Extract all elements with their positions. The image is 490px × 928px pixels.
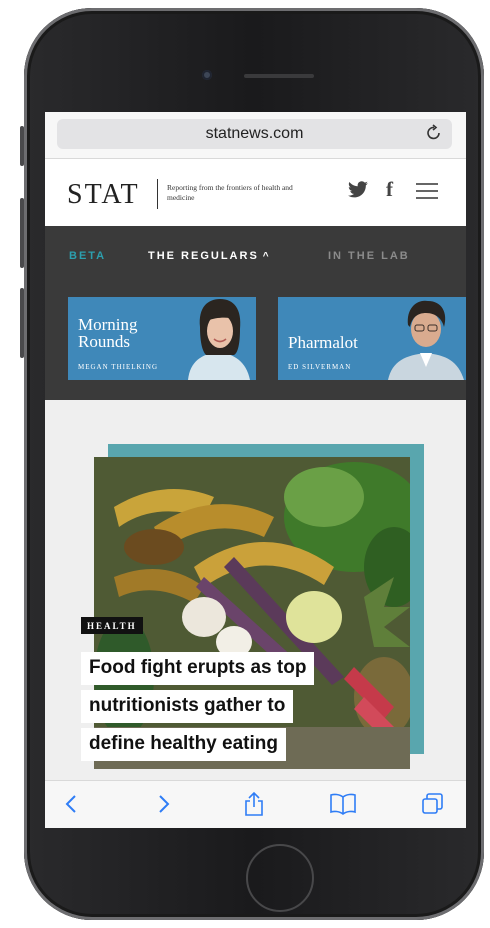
back-icon[interactable] (59, 791, 85, 817)
newsletter-card-morning-rounds[interactable]: Morning Rounds MEGAN THIELKING (68, 297, 256, 380)
volume-down-button (20, 288, 24, 358)
article-headline[interactable]: Food fight erupts as top nutritionists g… (81, 652, 381, 766)
phone-screen: statnews.com STAT Reporting from the fro… (45, 112, 466, 828)
menu-icon[interactable] (416, 183, 438, 200)
site-logo[interactable]: STAT (67, 179, 140, 211)
headline-line: Food fight erupts as top (81, 652, 315, 685)
browser-top-bar: statnews.com (45, 112, 466, 159)
url-text[interactable]: statnews.com (57, 125, 452, 143)
home-button[interactable] (246, 844, 314, 912)
card-title-line: Morning (78, 315, 138, 334)
logo-divider (157, 179, 158, 209)
site-header: STAT Reporting from the frontiers of hea… (45, 159, 466, 226)
tabs-icon[interactable] (419, 791, 445, 817)
browser-toolbar (45, 780, 466, 828)
forward-icon[interactable] (150, 791, 176, 817)
site-tagline: Reporting from the frontiers of health a… (167, 183, 293, 202)
card-title-line: Rounds (78, 332, 130, 351)
author-portrait (188, 299, 250, 380)
featured-article: HEALTH Food fight erupts as top nutritio… (45, 400, 466, 780)
nav-item-label: THE REGULARS (148, 250, 259, 262)
sections-band: BETA THE REGULARS ^ IN THE LAB Morning Ro… (45, 226, 466, 400)
twitter-icon[interactable] (347, 181, 368, 201)
card-author: ED SILVERMAN (288, 363, 352, 371)
nav-item-beta[interactable]: BETA (69, 250, 106, 262)
mute-switch (20, 126, 24, 166)
section-tag[interactable]: HEALTH (81, 617, 143, 634)
card-author: MEGAN THIELKING (78, 363, 158, 371)
newsletter-card-pharmalot[interactable]: Pharmalot ED SILVERMAN (278, 297, 466, 380)
earpiece-speaker (244, 74, 314, 78)
volume-up-button (20, 198, 24, 268)
headline-line: nutritionists gather to (81, 690, 294, 723)
share-icon[interactable] (241, 791, 267, 817)
bookmarks-icon[interactable] (329, 791, 356, 817)
section-nav: BETA THE REGULARS ^ IN THE LAB (45, 226, 466, 286)
nav-item-the-regulars[interactable]: THE REGULARS ^ (148, 250, 271, 262)
facebook-icon[interactable]: f (386, 177, 393, 202)
card-title-line: Pharmalot (288, 333, 358, 352)
address-bar[interactable]: statnews.com (57, 119, 452, 149)
headline-line: define healthy eating (81, 728, 286, 761)
author-portrait (388, 300, 464, 380)
front-camera (202, 70, 212, 80)
caret-up-icon: ^ (262, 251, 271, 262)
reload-icon[interactable] (426, 123, 442, 146)
nav-item-in-the-lab[interactable]: IN THE LAB (328, 250, 410, 262)
